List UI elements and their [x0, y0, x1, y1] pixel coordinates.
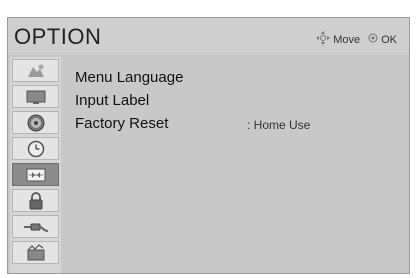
key-hint: Move OK: [316, 31, 397, 48]
page-title: OPTION: [14, 24, 102, 49]
menu-item-label: Factory Reset: [75, 115, 169, 132]
ok-hint-label: OK: [381, 33, 397, 46]
sidebar-item-audio[interactable]: [12, 111, 59, 134]
lock-icon: [28, 191, 44, 211]
menu-item-menu-language[interactable]: Menu Language: [75, 69, 183, 91]
sidebar-item-lock[interactable]: [12, 189, 59, 212]
ok-key-icon: [368, 33, 378, 46]
sidebar-item-time[interactable]: [12, 137, 59, 160]
menu-header: OPTION Move OK: [8, 18, 409, 55]
menu-item-label: Menu Language: [75, 69, 184, 86]
menu-item-label: Input Label: [75, 92, 150, 109]
clock-icon: [27, 140, 45, 158]
tv-screen: OPTION Move OK Menu Language Input Label…: [0, 0, 417, 278]
option-menu-panel: OPTION Move OK Menu Language Input Label…: [7, 17, 410, 274]
media-icon: [25, 243, 47, 262]
menu-item-input-label[interactable]: Input Label: [75, 92, 149, 114]
option-menu-list: Menu Language Input Label Factory Reset …: [63, 57, 409, 273]
input-icon: [23, 220, 49, 234]
menu-item-value: : Home Use: [247, 118, 311, 132]
audio-icon: [27, 114, 45, 132]
category-sidebar: [10, 57, 61, 273]
picture-icon: [25, 63, 47, 79]
sidebar-item-screen[interactable]: [12, 85, 59, 108]
sidebar-item-option[interactable]: [12, 163, 59, 186]
navigation-keys-icon: [316, 31, 331, 48]
screen-icon: [25, 89, 47, 105]
sidebar-item-picture[interactable]: [12, 59, 59, 82]
menu-item-factory-reset[interactable]: Factory Reset : Home Use: [75, 115, 405, 137]
move-hint-label: Move: [333, 33, 361, 46]
sidebar-item-input[interactable]: [12, 215, 59, 238]
option-icon: [25, 167, 47, 183]
sidebar-item-media[interactable]: [12, 241, 59, 264]
